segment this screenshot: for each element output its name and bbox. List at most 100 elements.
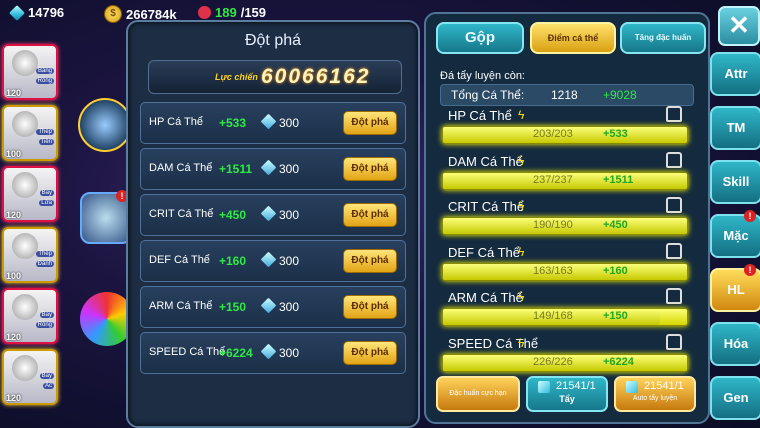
combat-power-box: Lực chiến 60066162 <box>148 60 402 94</box>
tab-diem-ca-the[interactable]: Điểm cá thể <box>530 22 616 54</box>
lock-icon[interactable] <box>666 151 682 168</box>
tab-tang-dac-huan[interactable]: Tăng đặc huấn <box>620 22 706 54</box>
breakthrough-row: DAM Cá Thể +1511 300 Đột phá <box>140 148 406 190</box>
diamond-icon <box>260 205 277 222</box>
monster-portrait <box>12 50 38 76</box>
combat-power-value: 60066162 <box>261 65 371 88</box>
level-label: 120 <box>6 332 22 342</box>
breakthrough-panel: Đột phá Lực chiến 60066162 HP Cá Thể +533… <box>126 20 420 428</box>
stone-icon <box>538 381 550 393</box>
evolution-orb-icon[interactable] <box>78 98 132 152</box>
breakthrough-row: ARM Cá Thể +150 300 Đột phá <box>140 286 406 328</box>
nav-hóa[interactable]: Hóa <box>710 322 760 366</box>
stat-name: ARM Cá Thể <box>448 290 523 305</box>
dot-pha-button[interactable]: Đột phá <box>343 203 397 227</box>
monster-portrait <box>12 294 38 320</box>
stat-bonus: +6224 <box>603 355 634 368</box>
team-list: Băng Rồng 120 Thép Tiên 100 Bay Lửa 120 Thép Đánh 1… <box>2 44 58 410</box>
total-value: 1218 <box>551 88 578 102</box>
stat-name: DAM Cá Thể <box>448 153 523 169</box>
dac-huan-cuc-han-button[interactable]: Đặc huấn cực hạn <box>436 376 520 412</box>
tab-gop[interactable]: Gộp <box>436 22 524 54</box>
nav-gen[interactable]: Gen <box>710 376 760 420</box>
stat-row: DAM Cá Thể ϟ 237/237 +1511 <box>440 151 692 198</box>
lightning-icon: ϟ <box>518 199 525 213</box>
level-label: 120 <box>6 393 22 403</box>
stat-cost: 300 <box>279 254 300 268</box>
panel-title: Đột phá <box>244 32 302 49</box>
total-box: Tổng Cá Thể: 1218 +9028 <box>440 84 694 106</box>
breakthrough-row: SPEED Cá Thể +6224 300 Đột phá <box>140 332 406 374</box>
remaining-stones-label: Đá tẩy luyện còn: <box>440 70 525 82</box>
type-tag: Rồng <box>35 78 54 84</box>
type-tag: Băng <box>35 68 54 74</box>
lock-icon[interactable] <box>666 242 682 259</box>
stat-name: HP Cá Thể <box>448 108 512 123</box>
stat-bonus: +160 <box>603 264 628 277</box>
alert-badge: ! <box>744 264 756 276</box>
stats-panel: Gộp Điểm cá thể Tăng đặc huấn Đá tẩy luy… <box>424 12 710 424</box>
stat-bar: 149/168 +150 <box>442 308 688 326</box>
dot-pha-button[interactable]: Đột phá <box>343 295 397 319</box>
lock-icon[interactable] <box>666 197 682 213</box>
dot-pha-button[interactable]: Đột phá <box>343 111 397 135</box>
type-tag: Bay <box>39 312 54 318</box>
stat-name: DAM Cá Thể <box>149 162 213 174</box>
type-tag: Thép <box>36 251 54 257</box>
close-button[interactable]: ✕ <box>718 6 760 46</box>
stat-bar: 190/190 +450 <box>442 217 688 235</box>
total-label: Tổng Cá Thể: <box>451 88 525 102</box>
lightning-icon: ϟ <box>518 153 525 168</box>
breakthrough-row: HP Cá Thể +533 300 Đột phá <box>140 102 406 144</box>
type-tag: Tiên <box>38 139 54 145</box>
nav-skill[interactable]: Skill <box>710 160 760 204</box>
gem-counter: 14796 <box>9 4 64 21</box>
team-slot[interactable]: Bay Rồng 120 <box>2 288 58 344</box>
level-label: 120 <box>6 210 22 220</box>
type-tag: Ác <box>42 383 54 389</box>
stat-bonus: +150 <box>219 300 247 314</box>
nav-tm[interactable]: TM <box>710 106 760 150</box>
breakthrough-row: CRIT Cá Thể +450 300 Đột phá <box>140 194 406 236</box>
dot-pha-button[interactable]: Đột phá <box>343 249 397 273</box>
stat-row: DEF Cá Thể ϟ 163/163 +160 <box>440 242 692 289</box>
lock-icon[interactable] <box>666 288 682 304</box>
nav-attr[interactable]: Attr <box>710 52 760 96</box>
team-slot[interactable]: Thép Đánh 100 <box>2 227 58 283</box>
stat-bonus: +533 <box>603 128 628 140</box>
diamond-icon <box>260 113 277 130</box>
stat-name: CRIT Cá Thể <box>448 199 525 214</box>
level-label: 120 <box>6 88 22 98</box>
stat-bar: 237/237 +1511 <box>442 171 688 190</box>
combat-power-label: Lực chiến <box>215 72 258 82</box>
stat-bonus: +1511 <box>603 173 634 186</box>
type-tag: Thép <box>36 129 54 135</box>
auto-tay-luyen-button[interactable]: 21541/1 Auto tẩy luyện <box>614 376 696 412</box>
stat-bonus: +1511 <box>219 162 253 176</box>
cherry-icon <box>198 6 211 19</box>
tay-button[interactable]: 21541/1 Tẩy <box>526 376 608 412</box>
dot-pha-button[interactable]: Đột phá <box>343 157 397 181</box>
team-slot[interactable]: Băng Rồng 120 <box>2 44 58 100</box>
lock-icon[interactable] <box>666 106 682 122</box>
stat-bonus: +160 <box>219 254 247 268</box>
stat-value: 237/237 <box>533 173 573 186</box>
type-tag: Bay <box>39 373 54 379</box>
stat-cost: 300 <box>279 346 300 360</box>
monster-portrait <box>12 111 38 137</box>
type-tag: Bay <box>39 190 54 196</box>
team-slot[interactable]: Thép Tiên 100 <box>2 105 58 161</box>
stat-name: ARM Cá Thể <box>149 300 213 312</box>
dot-pha-button[interactable]: Đột phá <box>343 341 397 365</box>
team-slot[interactable]: Bay Lửa 120 <box>2 166 58 222</box>
stat-bonus: +6224 <box>219 346 253 360</box>
diamond-icon <box>260 159 277 176</box>
diamond-icon <box>260 297 277 314</box>
stat-name: SPEED Cá Thể <box>448 335 539 351</box>
stat-row: HP Cá Thể ϟ 203/203 +533 <box>440 106 692 152</box>
stamina-counter: 189/159 <box>198 5 266 20</box>
lock-icon[interactable] <box>666 333 682 350</box>
monster-portrait <box>12 233 38 259</box>
team-slot[interactable]: Bay Ác 120 <box>2 349 58 405</box>
stat-name: SPEED Cá Thể <box>149 346 226 358</box>
